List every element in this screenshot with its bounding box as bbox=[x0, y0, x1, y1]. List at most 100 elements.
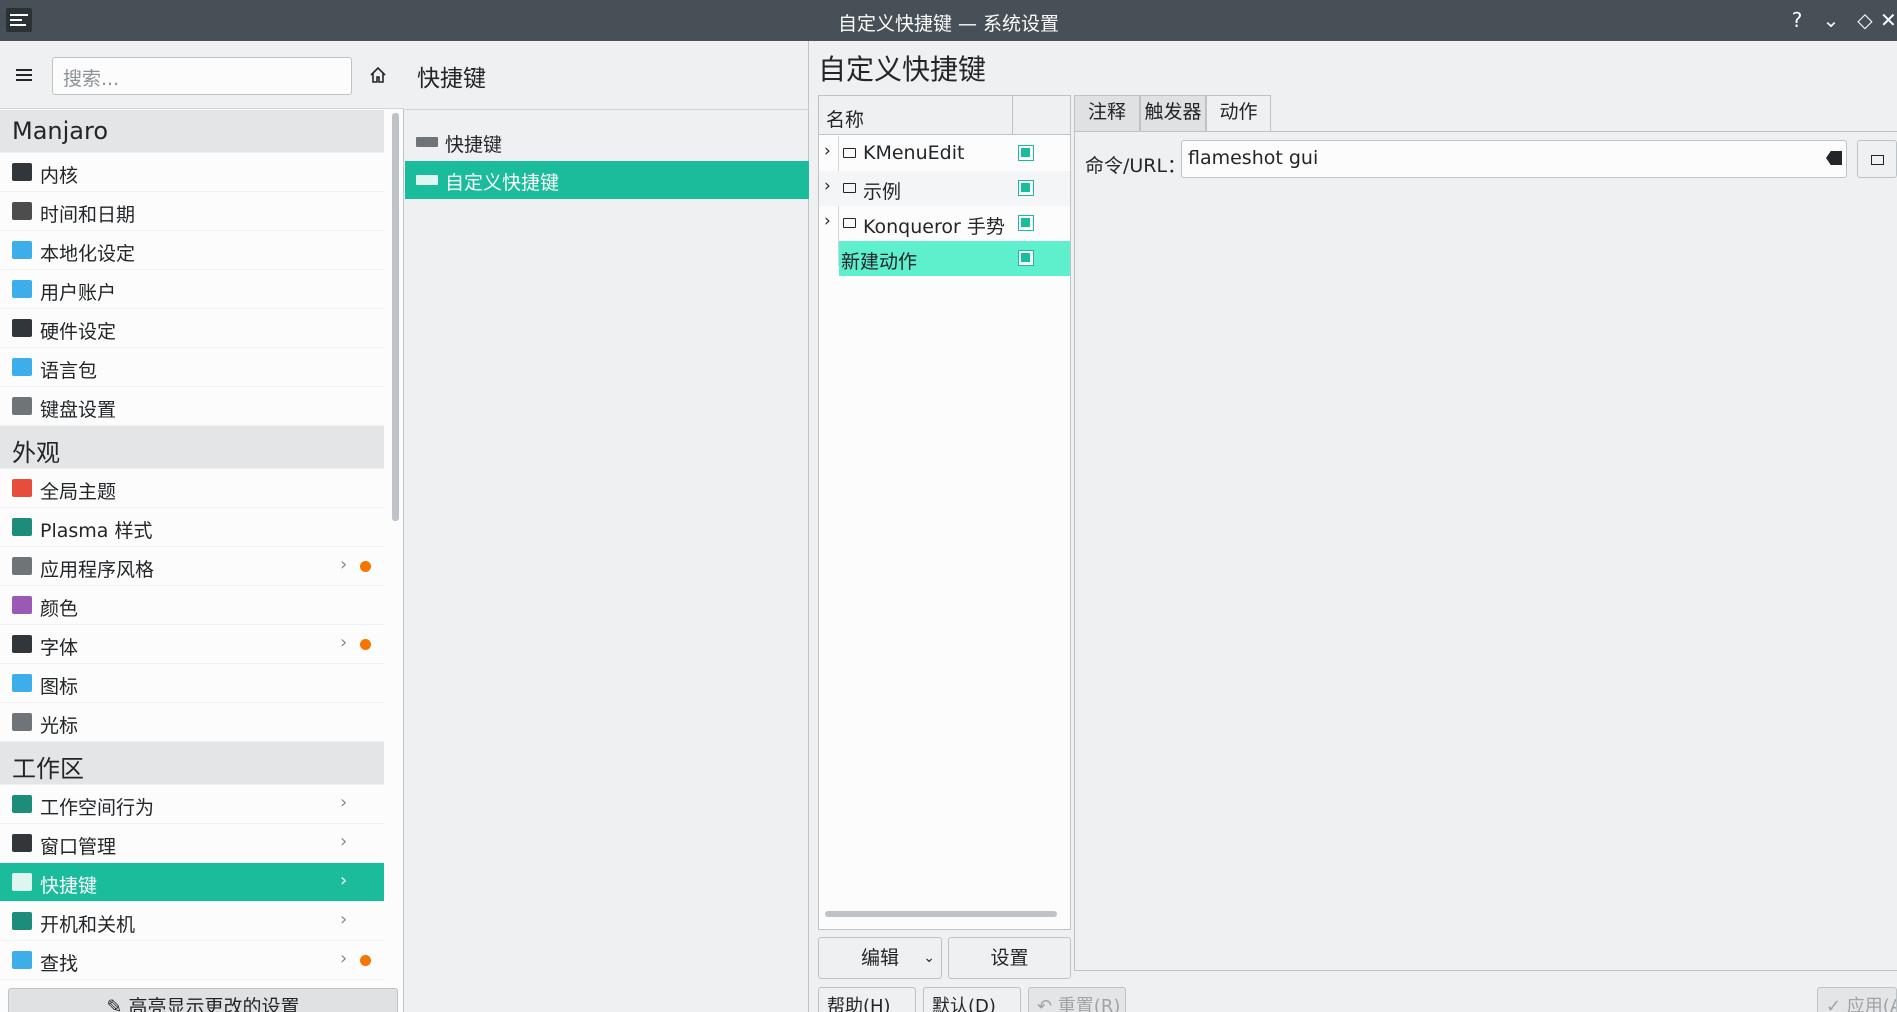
highlight-changed-settings-button[interactable]: ✎ 高亮显示更改的设置 bbox=[8, 988, 398, 1012]
sidebar-category: Manjaro bbox=[0, 110, 384, 153]
sidebar-item[interactable]: 全局主题 bbox=[0, 469, 384, 508]
tree-horizontal-scrollbar[interactable] bbox=[825, 911, 1057, 917]
column-divider bbox=[1012, 96, 1013, 135]
content-panel: 自定义快捷键 名称 › KMenuEdit › 示例 › Konqueror 手势新建动作… bbox=[810, 41, 1897, 1012]
search-input[interactable]: 搜索... bbox=[52, 57, 352, 95]
module-item[interactable]: 自定义快捷键 bbox=[405, 161, 809, 199]
chevron-right-icon: › bbox=[340, 870, 348, 891]
sidebar-item-label: 用户账户 bbox=[40, 282, 117, 304]
command-url-input[interactable]: flameshot gui bbox=[1181, 140, 1847, 178]
search-icon bbox=[12, 951, 32, 969]
sidebar-item[interactable]: 查找 › bbox=[0, 941, 384, 980]
sidebar-item-label: 查找 bbox=[40, 953, 79, 975]
tree-row[interactable]: › 示例 bbox=[819, 171, 1070, 206]
module-item[interactable]: 快捷键 bbox=[405, 123, 809, 161]
sidebar: 搜索... Manjaro 内核时间和日期本地化设定用户账户硬件设定语言包键盘设置… bbox=[0, 41, 404, 1012]
settings-button[interactable]: 设置 bbox=[948, 937, 1071, 979]
divider bbox=[405, 109, 809, 110]
sidebar-item[interactable]: 硬件设定 bbox=[0, 309, 384, 348]
maximize-icon[interactable]: ◇ bbox=[1852, 7, 1878, 33]
sidebar-item[interactable]: 颜色 bbox=[0, 586, 384, 625]
edit-button[interactable]: 编辑 ⌄ bbox=[818, 937, 942, 979]
sidebar-item[interactable]: 开机和关机 › bbox=[0, 902, 384, 941]
tree-row[interactable]: 新建动作 bbox=[839, 241, 1070, 276]
edit-button-label: 编辑 bbox=[860, 947, 899, 969]
sidebar-item[interactable]: 光标 bbox=[0, 703, 384, 742]
sidebar-item[interactable]: 本地化设定 bbox=[0, 231, 384, 270]
sidebar-item[interactable]: 语言包 bbox=[0, 348, 384, 387]
column-header-name[interactable]: 名称 bbox=[826, 105, 864, 132]
sidebar-item-label: 工作空间行为 bbox=[40, 797, 155, 819]
tree-row-name: 新建动作 bbox=[841, 251, 918, 273]
window-title: 自定义快捷键 — 系统设置 bbox=[837, 13, 1060, 35]
tree-header: 名称 bbox=[819, 96, 1070, 135]
sidebar-item[interactable]: 快捷键 › bbox=[0, 863, 384, 902]
expand-arrow-icon[interactable]: › bbox=[824, 141, 831, 161]
help-icon[interactable]: ? bbox=[1784, 7, 1810, 33]
sidebar-item[interactable]: 用户账户 bbox=[0, 270, 384, 309]
sidebar-list: Manjaro 内核 时间和日期 本地化设定 用户账户 硬件设定 语言包 键盘设置 外观 全局主题… bbox=[0, 110, 384, 980]
folder-icon bbox=[843, 183, 856, 193]
sidebar-item-label: 窗口管理 bbox=[40, 836, 117, 858]
sidebar-item[interactable]: 应用程序风格 › bbox=[0, 547, 384, 586]
enabled-checkbox[interactable] bbox=[1018, 215, 1034, 231]
sidebar-item-label: 时间和日期 bbox=[40, 204, 136, 226]
sidebar-item[interactable]: 工作空间行为 › bbox=[0, 785, 384, 824]
sidebar-item-label: 语言包 bbox=[40, 360, 98, 382]
enabled-checkbox[interactable] bbox=[1018, 145, 1034, 161]
font-icon bbox=[12, 635, 32, 653]
minimize-icon[interactable]: ⌄ bbox=[1818, 7, 1844, 33]
user-icon bbox=[12, 280, 32, 298]
sidebar-scrollbar[interactable] bbox=[392, 113, 399, 521]
changed-indicator-dot bbox=[360, 955, 371, 966]
sidebar-item[interactable]: 内核 bbox=[0, 153, 384, 192]
changed-indicator-dot bbox=[360, 639, 371, 650]
chevron-right-icon: › bbox=[340, 792, 348, 813]
expand-arrow-icon[interactable]: › bbox=[824, 211, 831, 231]
tab-comment[interactable]: 注释 bbox=[1074, 95, 1140, 131]
plasma-style-icon bbox=[12, 518, 32, 536]
window-icon bbox=[12, 834, 32, 852]
module-title: 快捷键 bbox=[417, 66, 486, 92]
chevron-right-icon: › bbox=[340, 831, 348, 852]
folder-icon bbox=[843, 218, 856, 228]
action-tab-pane: 命令/URL： flameshot gui bbox=[1074, 131, 1897, 971]
clear-text-icon[interactable] bbox=[1826, 151, 1842, 165]
folder-icon bbox=[843, 148, 856, 158]
startup-icon bbox=[12, 912, 32, 930]
help-button[interactable]: 帮助(H) bbox=[818, 987, 916, 1012]
default-button[interactable]: 默认(D) bbox=[923, 987, 1021, 1012]
expand-arrow-icon[interactable]: › bbox=[824, 176, 831, 196]
cursor-icon bbox=[12, 713, 32, 731]
tree-row[interactable]: › KMenuEdit bbox=[819, 136, 1070, 171]
sidebar-item[interactable]: 字体 › bbox=[0, 625, 384, 664]
home-icon[interactable] bbox=[368, 65, 388, 85]
sidebar-item-label: 光标 bbox=[40, 715, 79, 737]
tree-row[interactable]: › Konqueror 手势 bbox=[819, 206, 1070, 241]
kernel-icon bbox=[12, 163, 32, 181]
apply-button[interactable]: ✓ 应用(A) bbox=[1817, 987, 1897, 1012]
sidebar-item[interactable]: 图标 bbox=[0, 664, 384, 703]
sidebar-item[interactable]: 时间和日期 bbox=[0, 192, 384, 231]
browse-folder-button[interactable] bbox=[1857, 140, 1897, 178]
sidebar-item[interactable]: 窗口管理 › bbox=[0, 824, 384, 863]
sidebar-item[interactable]: Plasma 样式 bbox=[0, 508, 384, 547]
module-panel: 快捷键 快捷键 自定义快捷键 bbox=[405, 41, 809, 1012]
tab-action[interactable]: 动作 bbox=[1206, 95, 1271, 132]
close-icon[interactable]: ✕ bbox=[1880, 7, 1897, 33]
enabled-checkbox[interactable] bbox=[1018, 250, 1034, 266]
title-bar: 自定义快捷键 — 系统设置 ? ⌄ ◇ ✕ bbox=[0, 0, 1897, 41]
sidebar-item-label: 颜色 bbox=[40, 598, 79, 620]
chevron-right-icon: › bbox=[340, 554, 348, 575]
page-title: 自定义快捷键 bbox=[818, 53, 987, 86]
tab-trigger[interactable]: 触发器 bbox=[1140, 95, 1206, 131]
colors-icon bbox=[12, 596, 32, 614]
reset-button[interactable]: ↶ 重置(R) bbox=[1028, 987, 1126, 1012]
keyboard-icon bbox=[12, 397, 32, 415]
sidebar-item[interactable]: 键盘设置 bbox=[0, 387, 384, 426]
sidebar-item-label: 字体 bbox=[40, 637, 79, 659]
enabled-checkbox[interactable] bbox=[1018, 180, 1034, 196]
global-theme-icon bbox=[12, 479, 32, 497]
hamburger-menu-icon[interactable] bbox=[14, 66, 36, 84]
hardware-icon bbox=[12, 319, 32, 337]
